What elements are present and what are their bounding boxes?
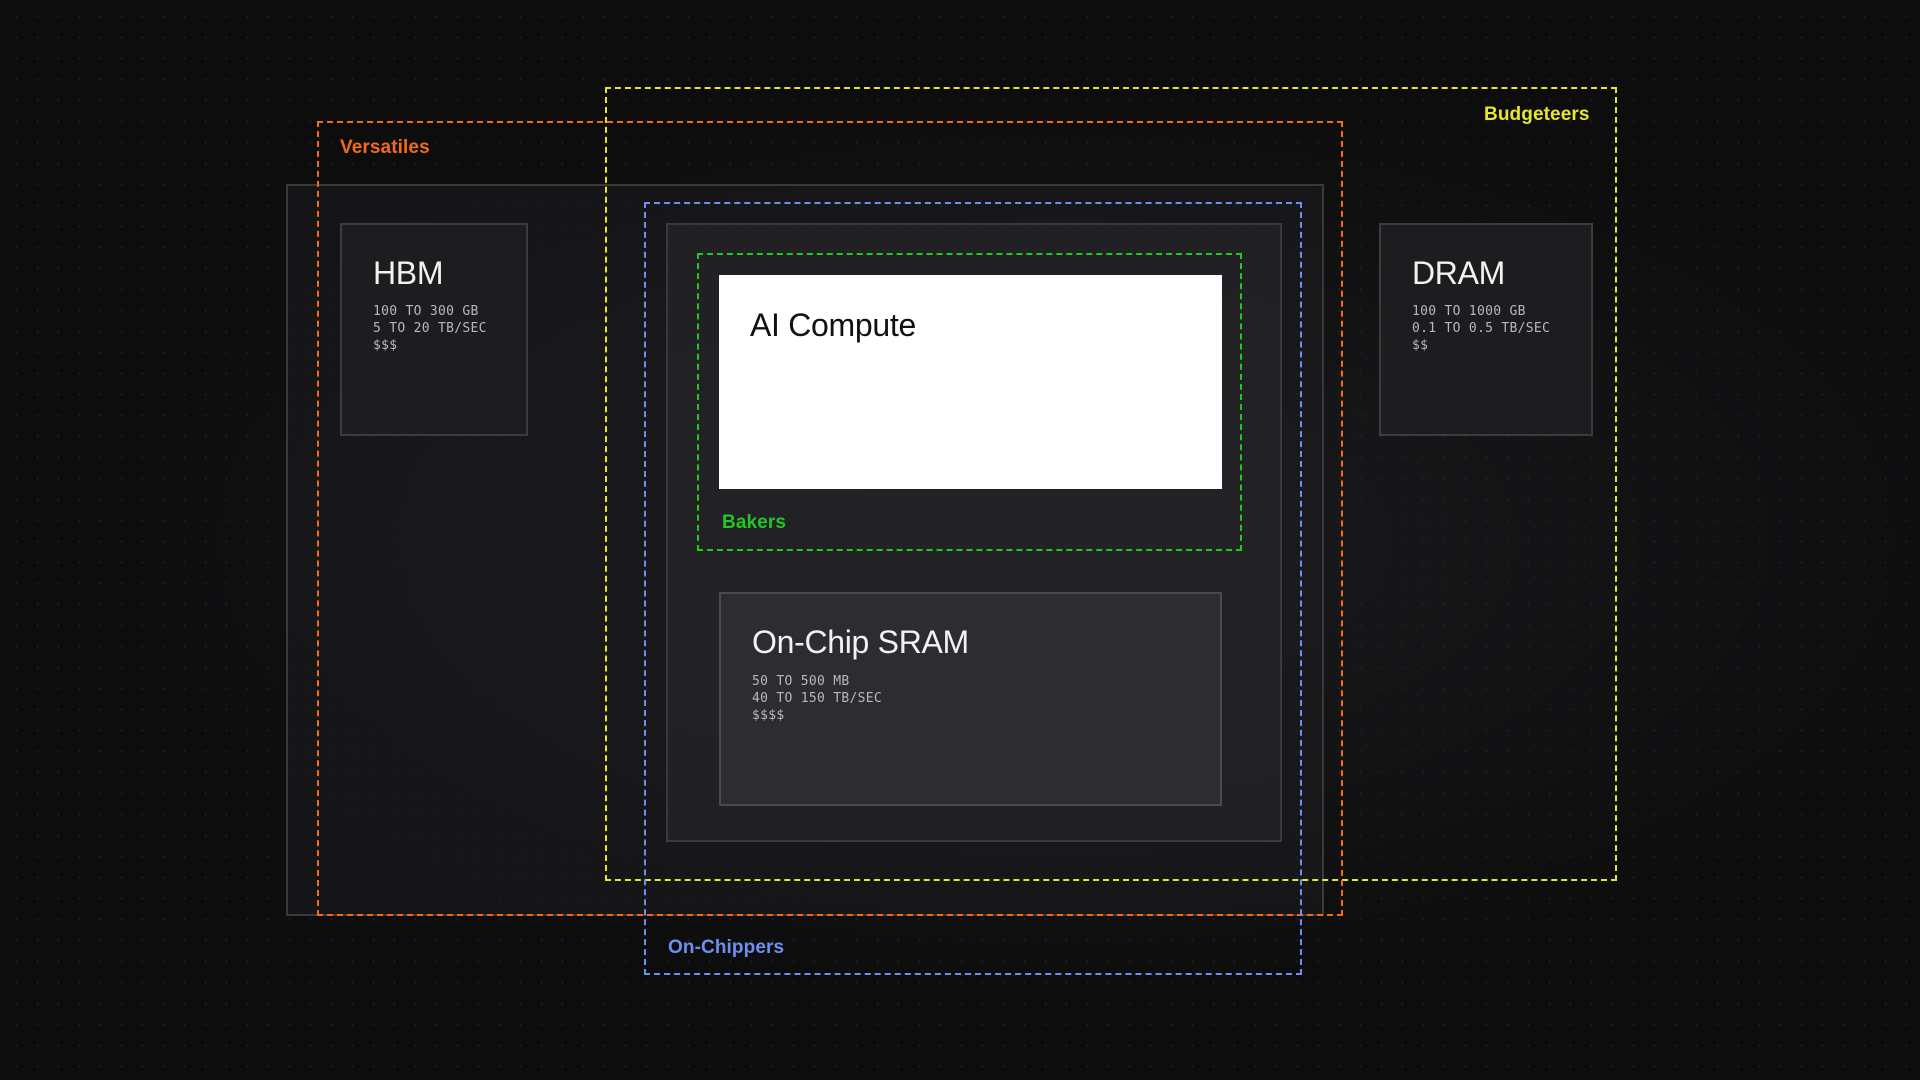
bakers-region (697, 253, 1242, 551)
budgeteers-label: Budgeteers (1484, 104, 1590, 125)
versatiles-label: Versatiles (340, 137, 430, 158)
bakers-label: Bakers (722, 512, 786, 533)
memory-hierarchy-diagram: HBM 100 TO 300 GB 5 TO 20 TB/SEC $$$ DRA… (0, 0, 1920, 1080)
on-chippers-label: On-Chippers (668, 937, 785, 958)
